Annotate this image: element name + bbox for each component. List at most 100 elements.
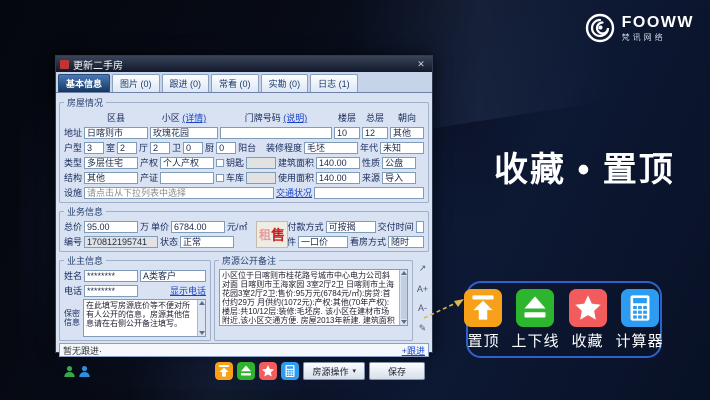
kitchens-field[interactable]: 0 — [183, 142, 203, 154]
decoration-field[interactable]: 毛坯 — [304, 142, 358, 154]
secret-note-box[interactable]: 在此填写房源底价等不便对所有人公开的信息，房源其他信息请在右侧公开备注填写。 — [83, 299, 206, 337]
calculator-button[interactable] — [281, 362, 299, 380]
area-label: 建筑面积 — [278, 156, 314, 169]
facility-field[interactable]: 请点击从下拉列表中选择 — [84, 187, 274, 199]
window-titlebar[interactable]: 更新二手房 ✕ — [56, 56, 432, 72]
tab-photos[interactable]: 图片 (0) — [112, 74, 160, 92]
traffic-field[interactable] — [314, 187, 424, 199]
house-ops-label: 房源操作 — [312, 365, 348, 378]
type-field[interactable]: 多层住宅 — [84, 157, 138, 169]
cert-label: 产证 — [140, 171, 158, 184]
year-field[interactable]: 未知 — [380, 142, 424, 154]
estate-field[interactable]: 玫瑰花园 — [150, 127, 218, 139]
agent-person-green-icon[interactable] — [63, 365, 76, 378]
use-area-field[interactable]: 140.00 — [316, 172, 360, 184]
garage-field — [246, 172, 276, 184]
garage-label: 车库 — [226, 171, 244, 184]
owner-category-field[interactable]: A类客户 — [140, 270, 206, 282]
owner-phone-field[interactable]: ******** — [84, 285, 138, 297]
followup-status-bar: 暂无跟进· +跟进 — [59, 343, 429, 357]
remark-textarea[interactable]: 小区位于日喀则市桂花路号城市中心电力公司斜对面 日喀则市王海家园 3室2厅2卫 … — [219, 269, 408, 326]
scroll-up-icon[interactable] — [199, 301, 205, 305]
price-term-field[interactable]: 一口价 — [298, 236, 348, 248]
pin-top-icon — [464, 289, 502, 327]
owner-name-field[interactable]: ******** — [84, 270, 138, 282]
scroll-down-icon[interactable] — [401, 320, 407, 324]
garage-checkbox[interactable] — [216, 174, 224, 182]
orientation-field[interactable]: 其他 — [390, 127, 424, 139]
structure-field[interactable]: 其他 — [84, 172, 138, 184]
save-button[interactable]: 保存 — [369, 362, 425, 380]
scrollbar-thumb[interactable] — [401, 276, 407, 319]
nature-field[interactable]: 公盘 — [382, 157, 416, 169]
door-help-link[interactable]: (说明) — [283, 113, 307, 123]
house-ops-dropdown[interactable]: 房源操作 ▾ — [303, 362, 365, 380]
cert-field[interactable] — [160, 172, 214, 184]
tab-log[interactable]: 日志 (1) — [310, 74, 358, 92]
pin-top-button[interactable] — [215, 362, 233, 380]
online-toggle-button[interactable] — [237, 362, 255, 380]
property-field[interactable]: 个人产权 — [160, 157, 214, 169]
scroll-down-icon[interactable] — [199, 331, 205, 335]
agent-person-blue-icon[interactable] — [78, 365, 91, 378]
col-total-floor: 总层 — [362, 111, 388, 124]
favorite-button[interactable] — [259, 362, 277, 380]
bottom-groups: 业主信息 姓名 ******** A类客户 电话 ******** 显示电话 保… — [59, 254, 429, 341]
tab-basic-info[interactable]: 基本信息 — [58, 74, 110, 92]
baths-unit: 卫 — [172, 141, 181, 154]
halls-field[interactable]: 2 — [117, 142, 137, 154]
balconies-field[interactable]: 0 — [216, 142, 236, 154]
floor-field[interactable]: 10 — [334, 127, 360, 139]
delivery-field[interactable] — [416, 221, 424, 233]
panel-item-favorite[interactable]: 收藏 — [569, 289, 607, 351]
facility-label: 设施 — [64, 186, 82, 199]
col-estate: 小区 (详情) — [150, 111, 218, 124]
scroll-up-icon[interactable] — [401, 271, 407, 275]
price-row: 总价 95.00 万 单价 6784.00 元/㎡ 付款方式 可按揭 交付时间 — [64, 220, 424, 233]
rent-sale-stamp: 租 售 — [256, 221, 288, 248]
address-label: 地址 — [64, 126, 82, 139]
estate-detail-link[interactable]: (详情) — [182, 113, 206, 123]
unit-price-field[interactable]: 6784.00 — [171, 221, 225, 233]
source-field[interactable]: 导入 — [382, 172, 416, 184]
panel-item-pin-top[interactable]: 置顶 — [464, 289, 502, 351]
owner-group-title: 业主信息 — [64, 254, 106, 267]
panel-item-calculator[interactable]: 计算器 — [616, 289, 664, 351]
total-price-unit: 万 — [140, 220, 149, 233]
expand-icon[interactable]: ↗ — [419, 263, 427, 274]
show-phone-link[interactable]: 显示电话 — [170, 284, 206, 297]
facility-row: 设施 请点击从下拉列表中选择 交通状况 — [64, 186, 424, 199]
source-label: 来源 — [362, 171, 380, 184]
address-row: 地址 日喀则市 玫瑰花园 10 12 其他 — [64, 126, 424, 139]
remark-group-title: 房源公开备注 — [219, 254, 279, 267]
remark-scrollbar[interactable] — [399, 270, 407, 325]
city-field[interactable]: 日喀则市 — [84, 127, 148, 139]
traffic-link[interactable]: 交通状况 — [276, 186, 312, 199]
key-checkbox[interactable] — [216, 159, 224, 167]
tab-survey[interactable]: 实勘 (0) — [261, 74, 309, 92]
col-district: 区县 — [84, 111, 148, 124]
tab-followups[interactable]: 跟进 (0) — [162, 74, 210, 92]
panel-label-favorite: 收藏 — [571, 330, 603, 351]
payment-field[interactable]: 可按揭 — [326, 221, 376, 233]
rooms-unit: 室 — [106, 141, 115, 154]
panel-label-calculator: 计算器 — [616, 330, 664, 351]
stamp-rent-char: 租 — [259, 226, 271, 243]
secret-scrollbar[interactable] — [197, 300, 205, 336]
total-price-field[interactable]: 95.00 — [84, 221, 138, 233]
total-floor-field[interactable]: 12 — [362, 127, 388, 139]
status-field[interactable]: 正常 — [180, 236, 234, 248]
panel-label-online-toggle: 上下线 — [511, 330, 559, 351]
business-info-group: 业务信息 租 售 总价 95.00 万 单价 6784.00 元/㎡ 付款方式 … — [59, 205, 429, 252]
baths-field[interactable]: 2 — [150, 142, 170, 154]
secret-note-text: 在此填写房源底价等不便对所有人公开的信息，房源其他信息请在右侧公开备注填写。 — [84, 300, 197, 336]
door-number-field[interactable] — [220, 127, 332, 139]
area-field[interactable]: 140.00 — [316, 157, 360, 169]
tab-views[interactable]: 常看 (0) — [211, 74, 259, 92]
visit-field[interactable]: 随时 — [388, 236, 424, 248]
rooms-field[interactable]: 3 — [84, 142, 104, 154]
followup-empty-text: 暂无跟进· — [63, 344, 102, 357]
panel-item-online-toggle[interactable]: 上下线 — [511, 289, 559, 351]
close-icon[interactable]: ✕ — [414, 59, 428, 70]
add-followup-link[interactable]: +跟进 — [402, 344, 425, 357]
